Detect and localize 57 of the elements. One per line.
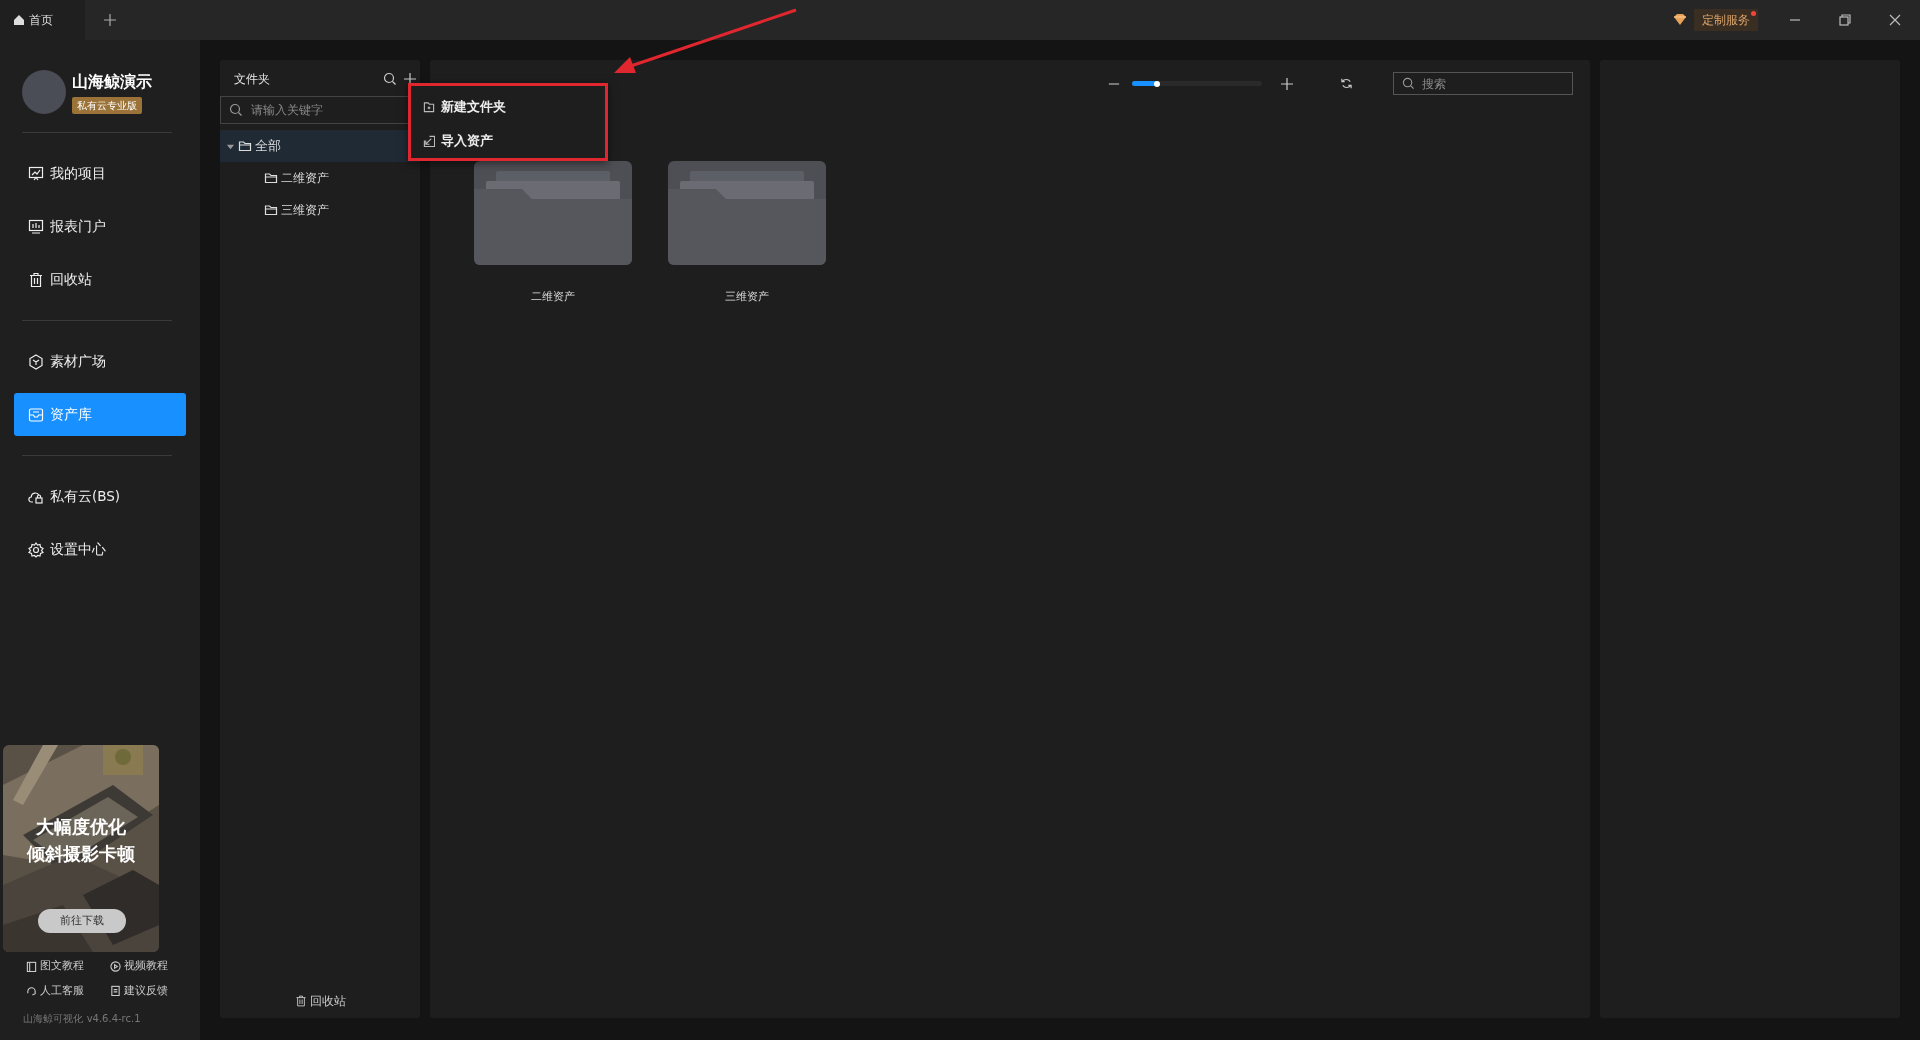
nav-item[interactable]: 我的项目	[14, 152, 186, 195]
edition-badge: 私有云专业版	[72, 97, 142, 114]
help-link[interactable]: 人工客服	[26, 982, 110, 999]
folder-name: 二维资产	[531, 289, 575, 305]
panel-title: 文件夹	[234, 71, 271, 88]
nav-item[interactable]: 报表门户	[14, 205, 186, 248]
nav-item[interactable]: 素材广场	[14, 340, 186, 383]
tree-item[interactable]: 全部	[220, 130, 420, 162]
download-button[interactable]: 前往下载	[38, 909, 126, 933]
search-icon	[1402, 77, 1415, 90]
book-icon	[26, 960, 37, 972]
home-tab[interactable]: 首页	[0, 0, 85, 40]
banner-headline: 倾斜摄影卡顿	[25, 842, 136, 866]
help-link[interactable]: 视频教程	[110, 958, 194, 975]
avatar	[22, 70, 66, 114]
tree-item[interactable]: 二维资产	[220, 162, 420, 194]
nav-item[interactable]: 设置中心	[14, 528, 186, 571]
folder-icon	[238, 139, 252, 153]
version-text: 山海鲸可视化 v4.6.4-rc.1	[22, 1012, 142, 1026]
zoom-slider[interactable]	[1132, 81, 1262, 86]
nav-item[interactable]: 私有云(BS)	[14, 475, 186, 518]
search-button[interactable]	[383, 72, 397, 86]
zoom-in-button[interactable]	[1280, 76, 1294, 91]
banner-headline: 大幅度优化	[35, 815, 127, 839]
search-icon	[383, 72, 397, 86]
settings-icon	[28, 541, 44, 558]
folder-card[interactable]	[474, 161, 632, 265]
cube-icon	[28, 353, 44, 370]
refresh-icon	[1340, 77, 1353, 90]
headset-icon	[26, 985, 37, 997]
account-name: 山海鲸演示	[72, 71, 152, 93]
presentation-chart-icon	[28, 165, 44, 182]
bar-chart-icon	[28, 218, 44, 235]
note-icon	[110, 985, 121, 997]
refresh-button[interactable]	[1340, 77, 1353, 90]
trash-icon	[28, 271, 44, 288]
help-link[interactable]: 建议反馈	[110, 982, 194, 999]
folder-icon	[264, 171, 278, 185]
close-icon	[1889, 14, 1901, 26]
plus-icon	[1280, 76, 1294, 91]
recycle-bin-button[interactable]: 回收站	[294, 992, 346, 1010]
play-icon	[110, 960, 121, 972]
import-icon	[423, 135, 435, 147]
restore-icon	[1839, 14, 1851, 26]
plus-icon	[103, 13, 117, 27]
search-icon	[229, 103, 243, 117]
inbox-icon	[28, 406, 44, 423]
trash-icon	[294, 995, 307, 1007]
folder-plus-icon	[423, 101, 435, 113]
folder-icon	[264, 203, 278, 217]
search-field[interactable]: 搜索	[1393, 72, 1573, 95]
home-icon	[12, 13, 26, 27]
help-link[interactable]: 图文教程	[26, 958, 110, 975]
nav-item[interactable]: 回收站	[14, 258, 186, 301]
custom-service-button[interactable]: 定制服务	[1694, 9, 1758, 31]
tree-item[interactable]: 三维资产	[220, 194, 420, 226]
folder-name: 三维资产	[725, 289, 769, 305]
